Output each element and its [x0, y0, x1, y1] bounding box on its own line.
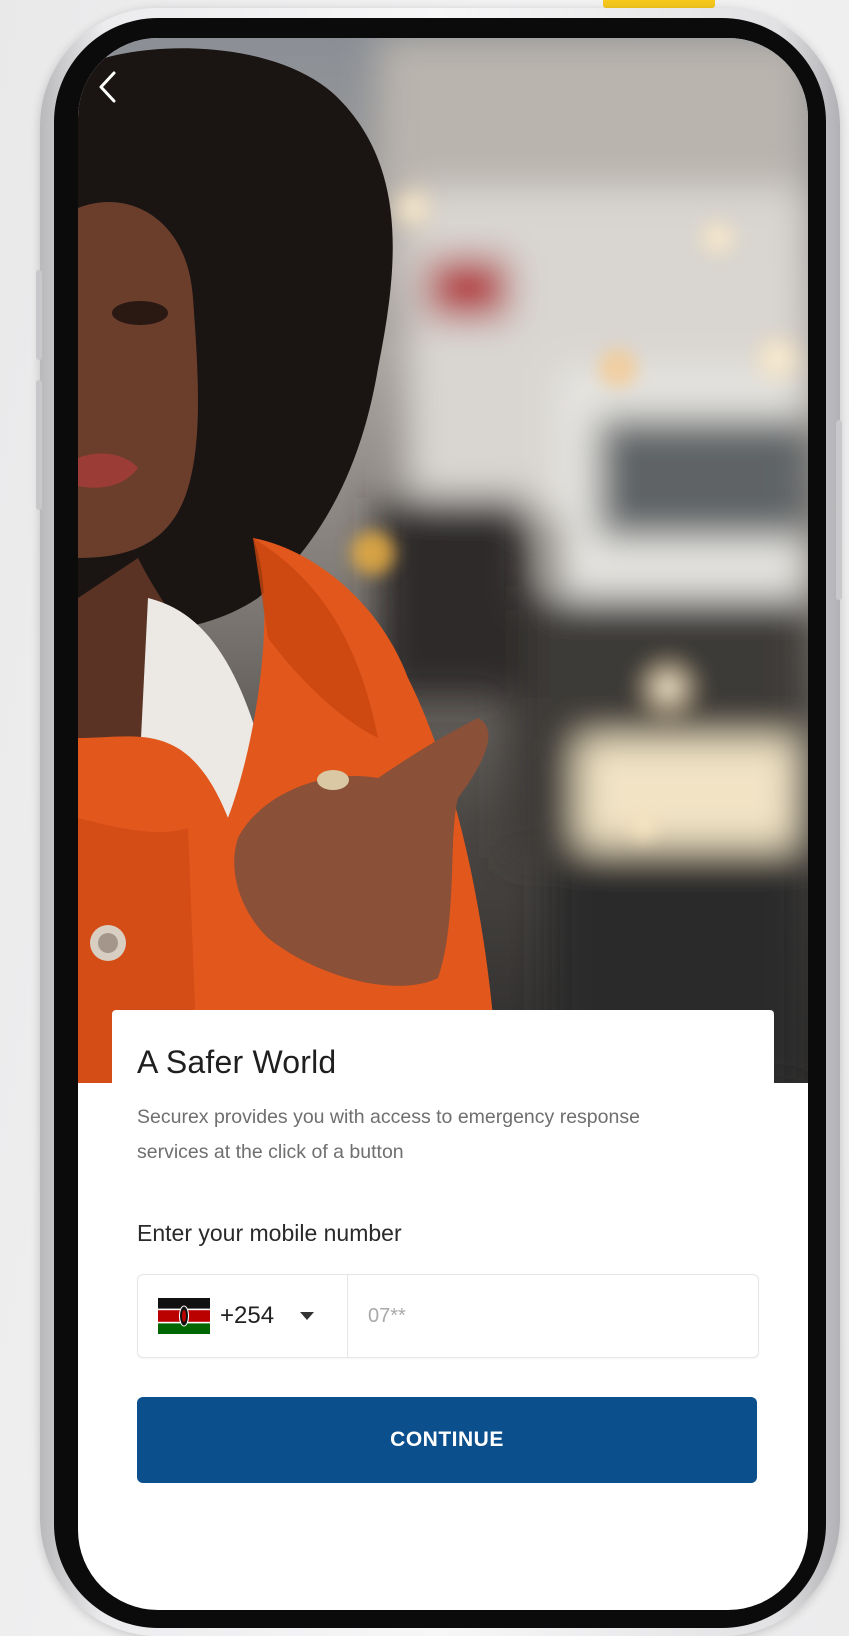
- country-dial-code: +254: [220, 1302, 275, 1329]
- phone-side-button: [36, 380, 42, 510]
- back-button[interactable]: [96, 70, 140, 114]
- kenya-flag-icon: [158, 1298, 210, 1334]
- page-description: Securex provides you with access to emer…: [137, 1106, 640, 1163]
- continue-button[interactable]: CONTINUE: [137, 1397, 757, 1483]
- phone-side-button: [836, 420, 842, 600]
- hero-photo: [78, 38, 808, 1083]
- top-accent-bar: [603, 0, 715, 8]
- caret-down-icon: [300, 1312, 315, 1320]
- country-code-select[interactable]: +254: [138, 1275, 348, 1357]
- app-screen: A Safer World Securex provides you with …: [78, 38, 808, 1610]
- mobile-number-label: Enter your mobile number: [137, 1220, 402, 1246]
- hero-illustration: [78, 38, 808, 1083]
- page-title: A Safer World: [137, 1044, 337, 1080]
- chevron-left-icon: [99, 71, 116, 103]
- mobile-number-input[interactable]: [348, 1275, 758, 1357]
- signup-card: A Safer World Securex provides you with …: [112, 1010, 774, 1530]
- phone-number-field: +254: [137, 1274, 759, 1358]
- phone-side-button: [36, 270, 42, 360]
